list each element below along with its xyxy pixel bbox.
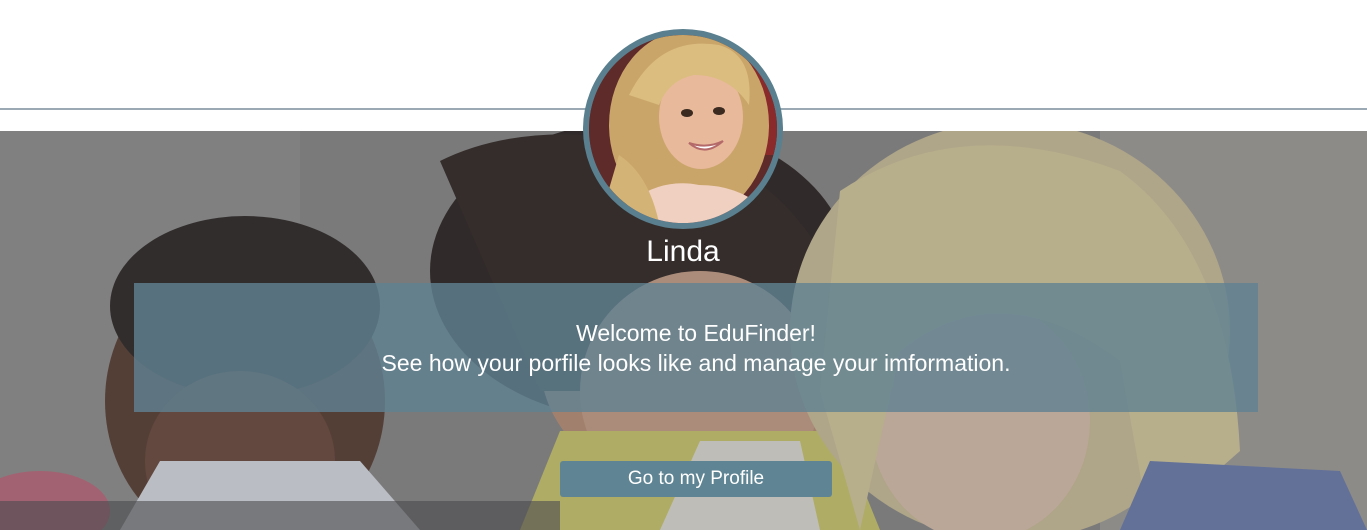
welcome-subtitle: See how your porfile looks like and mana…: [381, 349, 1011, 376]
welcome-title: Welcome to EduFinder!: [576, 319, 816, 346]
go-to-profile-button[interactable]: Go to my Profile: [560, 461, 832, 497]
welcome-panel: Welcome to EduFinder! See how your porfi…: [134, 283, 1258, 412]
user-name: Linda: [646, 235, 720, 268]
edufinder-welcome-page: Welcome to EduFinder! See how your porfi…: [0, 0, 1367, 530]
user-photo-icon: [589, 35, 777, 223]
avatar[interactable]: [583, 29, 783, 229]
